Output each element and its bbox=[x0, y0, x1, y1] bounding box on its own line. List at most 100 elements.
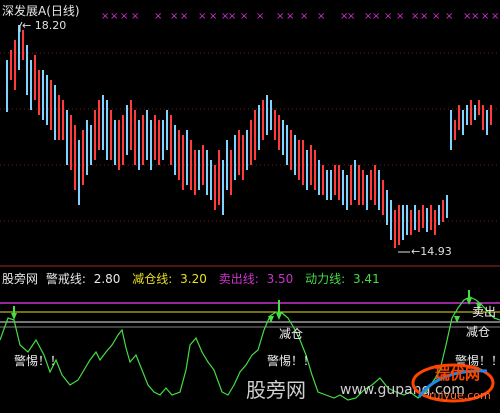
candlestick bbox=[46, 75, 48, 125]
signal-marker-icon: × bbox=[372, 11, 380, 22]
power-line-legend: 动力线: 3.41 bbox=[305, 272, 380, 286]
candlestick bbox=[326, 170, 328, 200]
candlestick bbox=[258, 105, 260, 150]
signal-marker-icon: × bbox=[154, 11, 162, 22]
signal-marker-icon: × bbox=[228, 11, 236, 22]
signal-marker-icon: × bbox=[420, 11, 428, 22]
candlestick bbox=[406, 205, 408, 235]
candlestick bbox=[386, 190, 388, 225]
candlestick bbox=[86, 120, 88, 175]
candlestick bbox=[254, 110, 256, 160]
candlestick bbox=[374, 165, 376, 205]
candlestick bbox=[474, 105, 476, 120]
signal-marker-icon: × bbox=[256, 11, 264, 22]
candlestick bbox=[354, 160, 356, 200]
candlestick bbox=[350, 165, 352, 205]
candlestick bbox=[102, 95, 104, 150]
candlestick bbox=[98, 100, 100, 150]
candlestick bbox=[342, 170, 344, 205]
candlestick bbox=[106, 100, 108, 160]
candlestick bbox=[310, 145, 312, 185]
candlestick bbox=[242, 135, 244, 180]
signal-marker-icon: × bbox=[396, 11, 404, 22]
signal-marker-icon: × bbox=[198, 11, 206, 22]
candlestick bbox=[166, 110, 168, 150]
signal-marker-icon: × bbox=[432, 11, 440, 22]
candlestick bbox=[454, 120, 456, 140]
signal-marker-icon: × bbox=[209, 11, 217, 22]
signal-marker-icon: × bbox=[120, 11, 128, 22]
candlestick bbox=[446, 195, 448, 218]
candlestick bbox=[70, 115, 72, 170]
candlestick bbox=[206, 150, 208, 195]
sell-line-legend: 卖出线: 3.50 bbox=[218, 272, 294, 286]
candlestick bbox=[486, 110, 488, 135]
candlestick bbox=[74, 125, 76, 190]
candlestick bbox=[270, 100, 272, 130]
candlestick bbox=[114, 120, 116, 165]
candlestick bbox=[138, 120, 140, 170]
candlestick bbox=[458, 105, 460, 130]
candlestick bbox=[466, 105, 468, 125]
candlestick bbox=[422, 205, 424, 228]
signal-marker-icon: × bbox=[240, 11, 248, 22]
candlestick bbox=[430, 205, 432, 230]
reduce-label: 减仓 bbox=[466, 325, 491, 339]
candlestick bbox=[282, 120, 284, 155]
candlestick bbox=[6, 60, 8, 112]
candlestick bbox=[130, 100, 132, 150]
candlestick bbox=[134, 110, 136, 165]
candlestick bbox=[90, 125, 92, 165]
candlestick bbox=[262, 100, 264, 140]
candlestick bbox=[402, 205, 404, 240]
candlestick bbox=[306, 150, 308, 190]
candlestick bbox=[442, 200, 444, 222]
logo-text: 瑞优网 bbox=[435, 365, 481, 383]
candlestick bbox=[490, 105, 492, 125]
candlestick bbox=[186, 130, 188, 185]
candlestick bbox=[190, 140, 192, 190]
candlestick bbox=[230, 150, 232, 195]
candlestick bbox=[278, 115, 280, 150]
candlestick bbox=[470, 100, 472, 125]
candlestick bbox=[286, 125, 288, 165]
candlestick bbox=[118, 120, 120, 170]
candlestick bbox=[82, 130, 84, 185]
candlestick bbox=[42, 70, 44, 120]
candlestick bbox=[198, 150, 200, 190]
candlestick bbox=[290, 130, 292, 170]
candlestick bbox=[146, 110, 148, 160]
signal-marker-icon: × bbox=[110, 11, 118, 22]
signal-marker-icon: × bbox=[170, 11, 178, 22]
signal-marker-icon: × bbox=[101, 11, 109, 22]
signal-marker-icon: × bbox=[317, 11, 325, 22]
candlestick bbox=[150, 120, 152, 170]
signal-marker-icon: × bbox=[384, 11, 392, 22]
candlestick bbox=[170, 115, 172, 165]
candlestick bbox=[358, 165, 360, 205]
candlestick bbox=[322, 165, 324, 195]
candlestick bbox=[162, 120, 164, 160]
candlestick bbox=[482, 105, 484, 130]
candlestick bbox=[398, 205, 400, 245]
signal-marker-icon: × bbox=[445, 11, 453, 22]
candlestick bbox=[366, 175, 368, 210]
sell-label: 卖出 bbox=[472, 305, 497, 319]
signal-marker-icon: × bbox=[300, 11, 308, 22]
candlestick bbox=[426, 208, 428, 232]
candlestick bbox=[390, 200, 392, 240]
signal-arrows bbox=[11, 290, 482, 323]
candlestick bbox=[78, 140, 80, 205]
candlestick bbox=[54, 85, 56, 140]
candlestick bbox=[178, 130, 180, 180]
candlestick bbox=[298, 140, 300, 180]
candlestick-series bbox=[6, 25, 492, 248]
candlestick bbox=[478, 100, 480, 115]
candlestick bbox=[30, 60, 32, 110]
candlestick bbox=[462, 110, 464, 135]
signal-marker-icon: × bbox=[276, 11, 284, 22]
indicator-header: 股旁网 警戒线: 2.80 减仓线: 3.20 卖出线: 3.50 动力线: 3… bbox=[2, 270, 388, 287]
candlestick bbox=[34, 55, 36, 100]
candlestick bbox=[346, 175, 348, 210]
logo: 瑞优网 ruiyue.com bbox=[409, 359, 497, 409]
